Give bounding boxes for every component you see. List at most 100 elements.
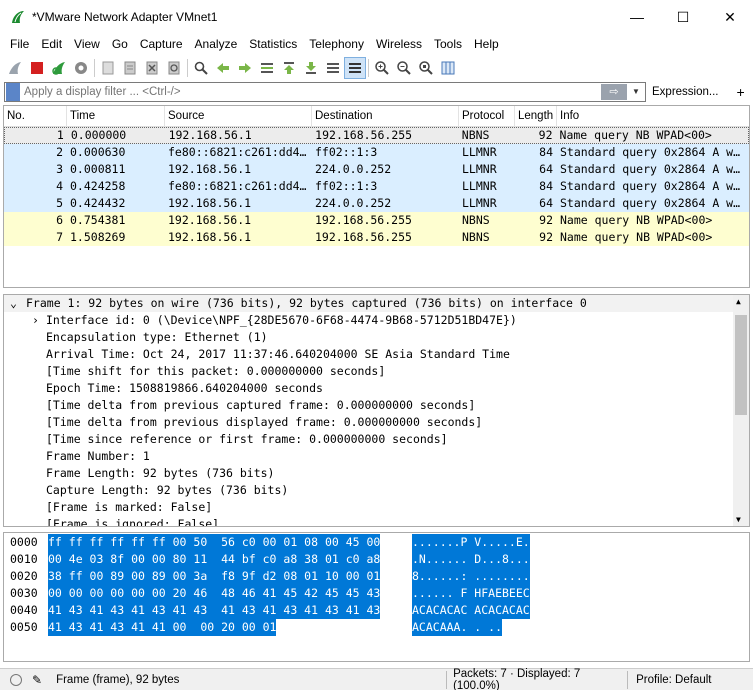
bytes-hex[interactable]: 00 00 00 00 00 00 20 46 48 46 41 45 42 4… — [48, 585, 381, 602]
zoom-normal-icon[interactable] — [415, 57, 437, 79]
display-filter-input[interactable] — [24, 84, 604, 100]
zoom-out-icon[interactable] — [393, 57, 415, 79]
details-line[interactable]: Frame Length: 92 bytes (736 bits) — [4, 465, 749, 482]
stop-capture-icon[interactable] — [26, 57, 48, 79]
menu-capture[interactable]: Capture — [134, 34, 189, 54]
packet-cell-time: 0.000811 — [70, 162, 126, 176]
go-first-icon[interactable] — [278, 57, 300, 79]
menu-wireless[interactable]: Wireless — [370, 34, 428, 54]
bytes-ascii[interactable]: ACACAAA. . .. — [412, 619, 503, 636]
zoom-in-icon[interactable] — [371, 57, 393, 79]
resize-columns-icon[interactable] — [437, 57, 459, 79]
close-file-icon[interactable] — [141, 57, 163, 79]
packet-row[interactable]: 6 0.754381 192.168.56.1 192.168.56.255 NBNS 9… — [4, 212, 749, 229]
reload-file-icon[interactable] — [163, 57, 185, 79]
expand-chevron-icon[interactable]: ⌄ — [10, 295, 17, 312]
packet-row[interactable]: 3 0.000811 192.168.56.1 224.0.0.252 LLMNR 64 S… — [4, 161, 749, 178]
packet-cell-source: fe80::6821:c261:dd4… — [168, 179, 307, 193]
restart-capture-icon[interactable] — [48, 57, 70, 79]
minimize-button[interactable]: — — [614, 0, 660, 34]
packet-row[interactable]: 7 1.508269 192.168.56.1 192.168.56.255 NBNS 9… — [4, 229, 749, 246]
menu-edit[interactable]: Edit — [35, 34, 68, 54]
expression-button[interactable]: Expression... — [652, 86, 718, 98]
maximize-button[interactable]: ☐ — [660, 0, 706, 34]
go-last-icon[interactable] — [300, 57, 322, 79]
column-header-protocol[interactable]: Protocol — [459, 106, 515, 127]
packet-list-body: 1 0.000000 192.168.56.1 192.168.56.255 NBNS 9… — [4, 127, 749, 246]
capture-options-icon[interactable] — [70, 57, 92, 79]
menu-bar: File Edit View Go Capture Analyze Statis… — [0, 34, 753, 54]
bytes-hex[interactable]: 38 ff 00 89 00 89 00 3a f8 9f d2 08 01 1… — [48, 568, 381, 585]
column-header-no[interactable]: No. — [4, 106, 67, 127]
details-line[interactable]: [Time since reference or first frame: 0.… — [4, 431, 749, 448]
details-line[interactable]: Epoch Time: 1508819866.640204000 seconds — [4, 380, 749, 397]
details-line[interactable]: Arrival Time: Oct 24, 2017 11:37:46.6402… — [4, 346, 749, 363]
shark-fin-icon[interactable] — [4, 57, 26, 79]
column-header-source[interactable]: Source — [165, 106, 312, 127]
column-header-destination[interactable]: Destination — [312, 106, 459, 127]
bytes-ascii[interactable]: ...... F HFAEBEEC — [412, 585, 530, 602]
bytes-hex[interactable]: 41 43 41 43 41 43 41 43 41 43 41 43 41 4… — [48, 602, 381, 619]
details-line[interactable]: [Time delta from previous captured frame… — [4, 397, 749, 414]
packet-cell-destination: 224.0.0.252 — [315, 162, 392, 176]
go-forward-icon[interactable] — [234, 57, 256, 79]
bytes-ascii[interactable]: 8......: ........ — [412, 568, 530, 585]
close-button[interactable]: ✕ — [707, 0, 753, 34]
auto-scroll-icon[interactable] — [322, 57, 344, 79]
bookmark-icon[interactable] — [6, 83, 20, 101]
bytes-ascii[interactable]: ACACACAC ACACACAC — [412, 602, 530, 619]
column-header-length[interactable]: Length — [515, 106, 557, 127]
chevron-down-icon[interactable]: ▼ — [629, 84, 643, 100]
packet-row[interactable]: 5 0.424432 192.168.56.1 224.0.0.252 LLMNR 64 S… — [4, 195, 749, 212]
details-line[interactable]: [Time shift for this packet: 0.000000000… — [4, 363, 749, 380]
details-frame-summary[interactable]: ⌄ Frame 1: 92 bytes on wire (736 bits), … — [4, 295, 749, 312]
bytes-hex[interactable]: 00 4e 03 8f 00 00 80 11 44 bf c0 a8 38 0… — [48, 551, 381, 568]
chevron-right-icon[interactable]: › — [32, 312, 39, 329]
menu-statistics[interactable]: Statistics — [243, 34, 303, 54]
packet-row[interactable]: 2 0.000630 fe80::6821:c261:dd4… ff02::1:3 LL… — [4, 144, 749, 161]
menu-tools[interactable]: Tools — [428, 34, 468, 54]
menu-analyze[interactable]: Analyze — [189, 34, 244, 54]
go-to-packet-icon[interactable] — [256, 57, 278, 79]
bytes-hex[interactable]: 41 43 41 43 41 41 00 00 20 00 01 — [48, 619, 277, 636]
packet-cell-protocol: LLMNR — [462, 145, 497, 159]
comment-icon[interactable]: ✎ — [32, 673, 42, 687]
menu-go[interactable]: Go — [106, 34, 134, 54]
colorize-icon[interactable] — [344, 57, 366, 79]
bytes-ascii[interactable]: .......P V.....E. — [412, 534, 530, 551]
find-packet-icon[interactable] — [190, 57, 212, 79]
packet-cell-info: Standard query 0x2864 A w… — [560, 179, 741, 193]
details-line[interactable]: [Frame is marked: False] — [4, 499, 749, 516]
add-filter-button[interactable]: + — [736, 84, 744, 100]
status-profile-label[interactable]: Profile: Default — [636, 674, 711, 686]
details-line[interactable]: Encapsulation type: Ethernet (1) — [4, 329, 749, 346]
open-file-icon[interactable] — [97, 57, 119, 79]
packet-cell-length: 92 — [539, 213, 553, 227]
apply-filter-button[interactable]: ⇨ — [601, 84, 627, 100]
details-line[interactable]: [Time delta from previous displayed fram… — [4, 414, 749, 431]
details-line-interface[interactable]: › Interface id: 0 (\Device\NPF_{28DE5670… — [4, 312, 749, 329]
expert-info-icon[interactable] — [10, 673, 22, 686]
save-file-icon[interactable] — [119, 57, 141, 79]
details-scrollbar[interactable]: ▲ ▼ — [733, 295, 749, 526]
scroll-up-icon[interactable]: ▲ — [736, 297, 741, 306]
details-line[interactable]: Capture Length: 92 bytes (736 bits) — [4, 482, 749, 499]
menu-help[interactable]: Help — [468, 34, 505, 54]
toolbar-separator — [94, 59, 95, 77]
packet-row[interactable]: 1 0.000000 192.168.56.1 192.168.56.255 NBNS 9… — [4, 127, 749, 144]
details-line[interactable]: Frame Number: 1 — [4, 448, 749, 465]
details-scrollbar-thumb[interactable] — [735, 315, 747, 415]
packet-row[interactable]: 4 0.424258 fe80::6821:c261:dd4… ff02::1:3 LL… — [4, 178, 749, 195]
bytes-ascii[interactable]: .N...... D...8... — [412, 551, 530, 568]
column-header-time[interactable]: Time — [67, 106, 165, 127]
bytes-hex[interactable]: ff ff ff ff ff ff 00 50 56 c0 00 01 08 0… — [48, 534, 381, 551]
menu-telephony[interactable]: Telephony — [303, 34, 370, 54]
packet-cell-destination: 224.0.0.252 — [315, 196, 392, 210]
packet-cell-no: 5 — [56, 196, 63, 210]
menu-file[interactable]: File — [4, 34, 35, 54]
scroll-down-icon[interactable]: ▼ — [736, 515, 741, 524]
details-line[interactable]: [Frame is ignored: False] — [4, 516, 749, 526]
column-header-info[interactable]: Info — [557, 106, 749, 127]
menu-view[interactable]: View — [68, 34, 106, 54]
go-back-icon[interactable] — [212, 57, 234, 79]
